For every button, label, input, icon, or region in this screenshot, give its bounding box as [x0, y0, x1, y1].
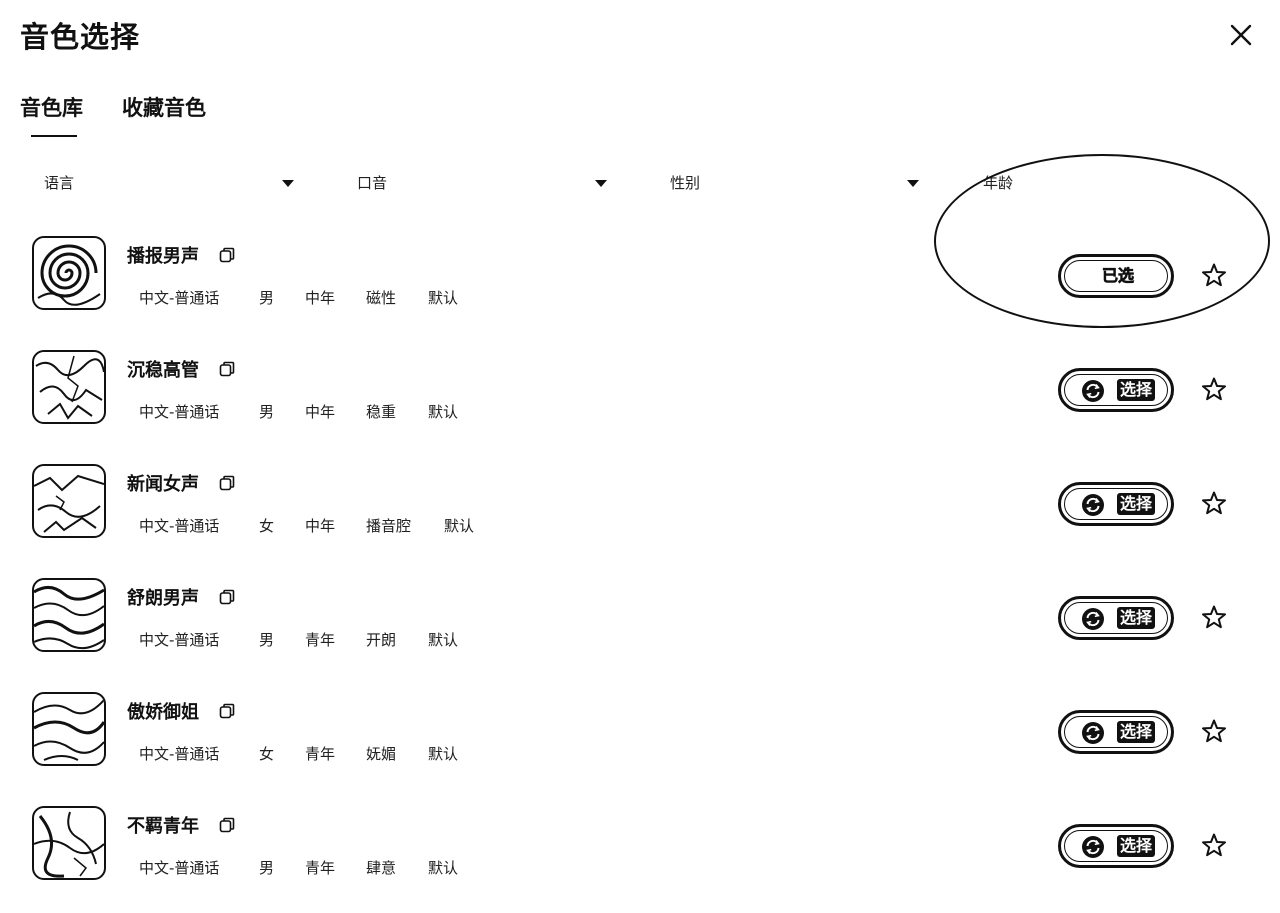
voice-name: 傲娇御姐: [127, 702, 199, 723]
filter-accent-label: 口音: [357, 174, 388, 192]
select-button-label: 选择: [1117, 721, 1156, 743]
tab-favorite-voices[interactable]: 收藏音色: [122, 92, 206, 122]
selected-button[interactable]: 已选: [1058, 254, 1174, 298]
tag-style: 开朗: [366, 631, 397, 649]
tag-language: 中文-普通话: [139, 289, 220, 307]
star-icon[interactable]: [1201, 832, 1227, 858]
voice-row[interactable]: 新闻女声 中文-普通话 女 中年 播音腔 默认 选择: [0, 462, 1280, 562]
tag-gender: 男: [259, 631, 275, 649]
marble-avatar-icon: [32, 350, 106, 424]
tag-age: 中年: [305, 289, 336, 307]
star-icon[interactable]: [1201, 718, 1227, 744]
voice-row[interactable]: 沉稳高管 中文-普通话 男 中年 稳重 默认 选择: [0, 348, 1280, 448]
copy-icon[interactable]: [219, 703, 235, 719]
tag-age: 青年: [305, 745, 336, 763]
voice-row[interactable]: 不羁青年 中文-普通话 男 青年 肆意 默认 选择: [0, 804, 1280, 904]
tag-gender: 男: [259, 289, 275, 307]
caret-down-icon: [595, 180, 607, 187]
copy-icon[interactable]: [219, 475, 235, 491]
tag-gender: 女: [259, 745, 275, 763]
voice-name: 沉稳高管: [127, 360, 199, 381]
copy-icon[interactable]: [219, 817, 235, 833]
copy-icon[interactable]: [219, 247, 235, 263]
voice-row[interactable]: 舒朗男声 中文-普通话 男 青年 开朗 默认 选择: [0, 576, 1280, 676]
switch-voice-icon: [1082, 836, 1104, 858]
tab-voice-library[interactable]: 音色库: [20, 92, 83, 122]
star-icon[interactable]: [1201, 376, 1227, 402]
tag-age: 中年: [305, 403, 336, 421]
swirl-avatar-icon: [32, 236, 106, 310]
filter-language-label: 语言: [44, 174, 75, 192]
marble-avatar-icon: [32, 464, 106, 538]
voice-row[interactable]: 播报男声 中文-普通话 男 中年 磁性 默认 已选: [0, 234, 1280, 334]
tag-language: 中文-普通话: [139, 403, 220, 421]
close-button[interactable]: [1222, 16, 1260, 54]
tag-age: 青年: [305, 859, 336, 877]
selected-button-label: 已选: [1102, 266, 1135, 286]
select-button[interactable]: 选择: [1058, 824, 1174, 868]
select-button-label: 选择: [1117, 607, 1156, 629]
wave-avatar-icon: [32, 692, 106, 766]
switch-voice-icon: [1082, 380, 1104, 402]
select-button-label: 选择: [1117, 835, 1156, 857]
filter-age[interactable]: 年龄: [983, 168, 1237, 198]
tag-language: 中文-普通话: [139, 517, 220, 535]
select-button[interactable]: 选择: [1058, 596, 1174, 640]
tag-language: 中文-普通话: [139, 745, 220, 763]
switch-voice-icon: [1082, 608, 1104, 630]
voice-name: 舒朗男声: [127, 588, 199, 609]
tag-style: 肆意: [366, 859, 397, 877]
copy-icon[interactable]: [219, 361, 235, 377]
tag-default: 默认: [428, 631, 459, 649]
tag-age: 中年: [305, 517, 336, 535]
close-icon: [1230, 24, 1252, 46]
caret-down-icon: [282, 180, 294, 187]
voice-name: 不羁青年: [127, 816, 199, 837]
tag-language: 中文-普通话: [139, 859, 220, 877]
wave-avatar-icon: [32, 578, 106, 652]
star-icon[interactable]: [1201, 604, 1227, 630]
star-icon[interactable]: [1201, 490, 1227, 516]
select-button[interactable]: 选择: [1058, 482, 1174, 526]
tag-language: 中文-普通话: [139, 631, 220, 649]
voice-row[interactable]: 傲娇御姐 中文-普通话 女 青年 妩媚 默认 选择: [0, 690, 1280, 790]
tag-default: 默认: [428, 403, 459, 421]
tag-gender: 男: [259, 403, 275, 421]
tag-default: 默认: [444, 517, 475, 535]
voice-name: 新闻女声: [127, 474, 199, 495]
filter-gender[interactable]: 性别: [670, 168, 924, 198]
marble-avatar-icon: [32, 806, 106, 880]
filter-language[interactable]: 语言: [44, 168, 298, 198]
tag-default: 默认: [428, 859, 459, 877]
active-tab-indicator: [31, 135, 77, 137]
voice-name: 播报男声: [127, 246, 199, 267]
tag-gender: 男: [259, 859, 275, 877]
filter-accent[interactable]: 口音: [357, 168, 611, 198]
select-button[interactable]: 选择: [1058, 368, 1174, 412]
tag-default: 默认: [428, 745, 459, 763]
switch-voice-icon: [1082, 494, 1104, 516]
select-button-label: 选择: [1117, 379, 1156, 401]
filter-age-label: 年龄: [983, 174, 1014, 192]
dialog-title: 音色选择: [20, 20, 141, 54]
tag-style: 播音腔: [366, 517, 412, 535]
switch-voice-icon: [1082, 722, 1104, 744]
star-icon[interactable]: [1201, 262, 1227, 288]
caret-down-icon: [907, 180, 919, 187]
tag-style: 稳重: [366, 403, 397, 421]
tag-default: 默认: [428, 289, 459, 307]
tag-style: 妩媚: [366, 745, 397, 763]
select-button[interactable]: 选择: [1058, 710, 1174, 754]
tag-gender: 女: [259, 517, 275, 535]
tag-age: 青年: [305, 631, 336, 649]
filter-gender-label: 性别: [670, 174, 701, 192]
tag-style: 磁性: [366, 289, 397, 307]
select-button-label: 选择: [1117, 493, 1156, 515]
copy-icon[interactable]: [219, 589, 235, 605]
